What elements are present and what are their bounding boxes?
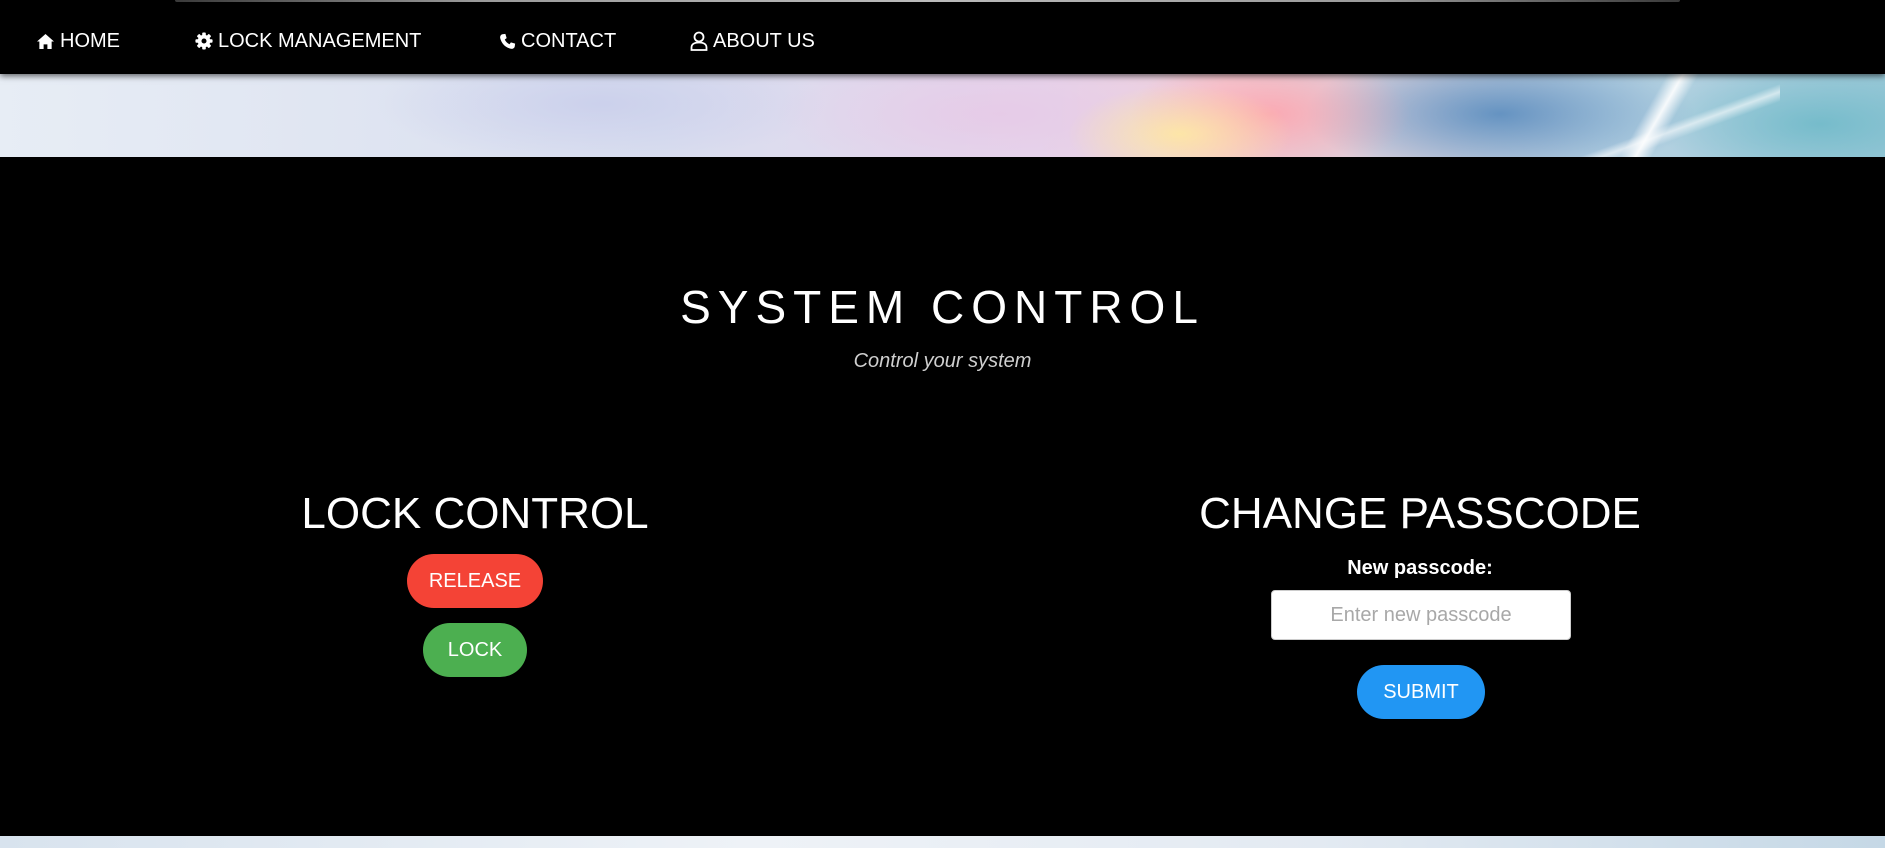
lock-button[interactable]: LOCK [423, 623, 527, 677]
footer-image-edge [0, 836, 1885, 848]
nav-item-contact[interactable]: CONTACT [499, 26, 616, 56]
gear-icon [195, 32, 213, 50]
hero-image [0, 74, 1885, 157]
release-button[interactable]: RELEASE [407, 554, 543, 608]
page-title: SYSTEM CONTROL [680, 281, 1205, 333]
system-control-section: SYSTEM CONTROL Control your system LOCK … [0, 157, 1885, 836]
phone-icon [499, 33, 516, 50]
nav-label-contact: CONTACT [521, 29, 617, 52]
home-icon [36, 33, 55, 50]
lock-control-title: LOCK CONTROL [301, 489, 649, 538]
change-passcode-title: CHANGE PASSCODE [1199, 489, 1641, 538]
submit-button[interactable]: SUBMIT [1357, 665, 1485, 719]
new-passcode-input[interactable] [1271, 590, 1571, 640]
nav-label-home: HOME [60, 29, 120, 52]
user-icon [690, 31, 708, 51]
navbar: HOME LOCK MANAGEMENT CONTACT ABOUT US [0, 0, 1885, 74]
new-passcode-label: New passcode: [1347, 557, 1493, 579]
nav-label-lock-management: LOCK MANAGEMENT [218, 29, 422, 52]
nav-item-home[interactable]: HOME [36, 26, 120, 56]
nav-item-about-us[interactable]: ABOUT US [690, 26, 815, 56]
nav-item-lock-management[interactable]: LOCK MANAGEMENT [195, 26, 421, 56]
nav-label-about-us: ABOUT US [713, 29, 815, 52]
page-subtitle: Control your system [853, 350, 1032, 372]
nav-top-divider [175, 0, 1680, 2]
